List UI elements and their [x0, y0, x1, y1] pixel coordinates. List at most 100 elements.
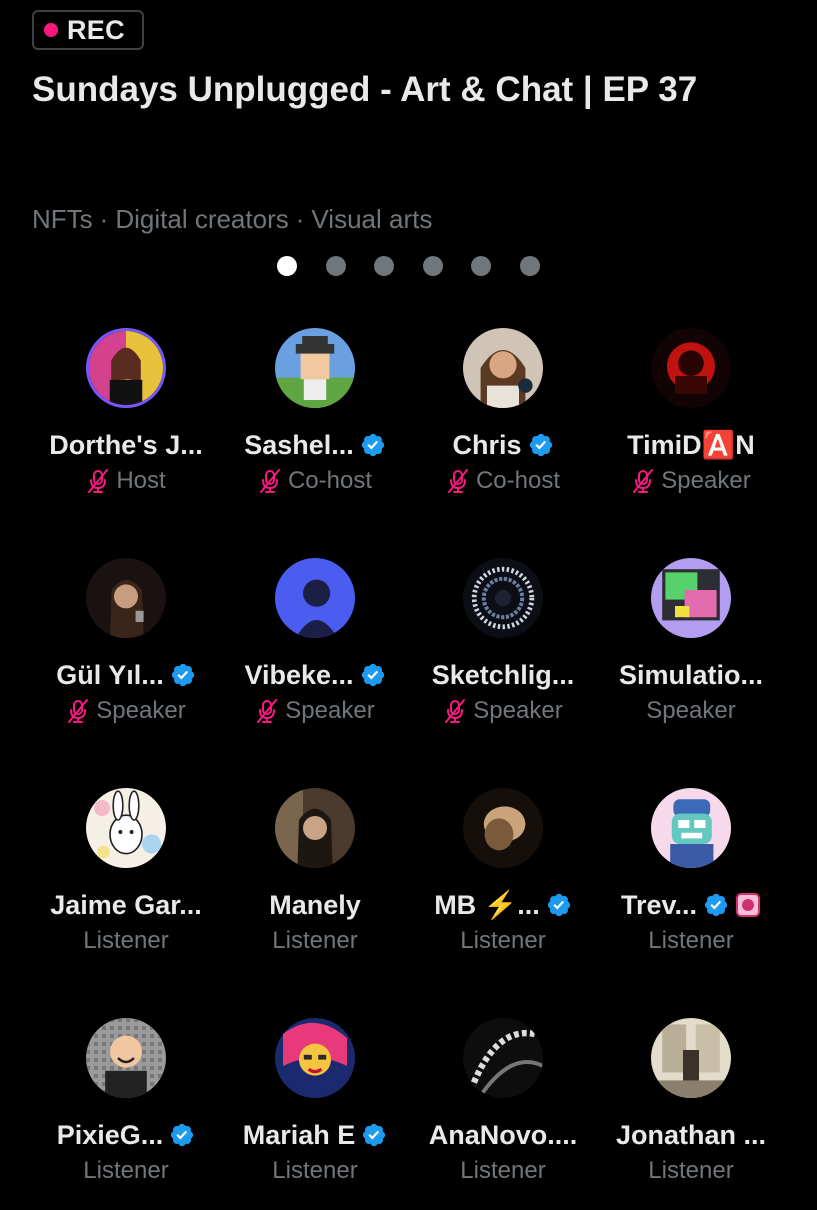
- participant-role: Listener: [460, 1157, 546, 1184]
- avatar[interactable]: [86, 1018, 166, 1098]
- participant-card[interactable]: MB ⚡️... Listener: [409, 780, 597, 980]
- page-dot[interactable]: [471, 256, 491, 276]
- participant-card[interactable]: Chris Co-host: [409, 320, 597, 520]
- participant-role: Listener: [460, 927, 546, 954]
- avatar[interactable]: [651, 1018, 731, 1098]
- participant-name-row: Sketchlig...: [432, 658, 575, 692]
- participant-name-row: Vibeke...: [244, 658, 385, 692]
- space-title: Sundays Unplugged - Art & Chat | EP 37: [32, 70, 698, 109]
- participant-role: Speaker: [661, 467, 751, 494]
- participant-name-row: Gül Yıl...: [56, 658, 196, 692]
- page-indicator: [0, 256, 817, 276]
- participant-role-row: Listener: [83, 926, 168, 956]
- participant-card[interactable]: Sketchlig... Speaker: [409, 550, 597, 750]
- avatar[interactable]: [86, 788, 166, 868]
- mic-muted-icon: [66, 698, 90, 724]
- participant-name-row: Chris: [452, 428, 553, 462]
- page-dot[interactable]: [423, 256, 443, 276]
- avatar[interactable]: [275, 558, 355, 638]
- participant-name-row: Manely: [269, 888, 361, 922]
- avatar[interactable]: [275, 1018, 355, 1098]
- participant-role-row: Speaker: [443, 696, 563, 726]
- participant-card[interactable]: Dorthe's J... Host: [32, 320, 220, 520]
- participant-role-row: Speaker: [255, 696, 375, 726]
- participant-role: Speaker: [473, 697, 563, 724]
- participant-name-row: MB ⚡️...: [434, 888, 572, 922]
- participant-role-row: Speaker: [646, 696, 735, 726]
- emoji-sticker-icon: [735, 892, 761, 918]
- topic-list: NFTs · Digital creators · Visual arts: [32, 204, 432, 235]
- participant-role: Co-host: [287, 467, 373, 494]
- participant-role: Co-host: [475, 467, 561, 494]
- verified-badge-icon: [528, 432, 554, 458]
- participant-name: Sketchlig...: [431, 659, 575, 690]
- avatar[interactable]: [86, 328, 166, 408]
- participant-role: Listener: [83, 1157, 169, 1184]
- avatar[interactable]: [275, 788, 355, 868]
- rec-dot-icon: [44, 23, 58, 37]
- participant-name: Jonathan ...: [615, 1119, 767, 1150]
- participant-card[interactable]: TimiD🅰️N Speaker: [597, 320, 785, 520]
- participant-role-row: Co-host: [446, 466, 560, 496]
- page-dot-active[interactable]: [277, 256, 297, 276]
- participant-name: Mariah E: [242, 1119, 356, 1150]
- participant-card[interactable]: PixieG... Listener: [32, 1010, 220, 1210]
- participant-card[interactable]: Trev... Listener: [597, 780, 785, 980]
- participant-name: Simulatio...: [618, 659, 764, 690]
- topic[interactable]: Digital creators: [115, 204, 288, 235]
- participant-card[interactable]: Mariah E Listener: [221, 1010, 409, 1210]
- avatar[interactable]: [651, 788, 731, 868]
- participant-card[interactable]: Jaime Gar... Listener: [32, 780, 220, 980]
- page-dot[interactable]: [326, 256, 346, 276]
- participant-role: Speaker: [285, 697, 375, 724]
- participant-name: Chris: [452, 429, 522, 460]
- participant-card[interactable]: Sashel... Co-host: [221, 320, 409, 520]
- participant-name: Vibeke...: [244, 659, 354, 690]
- avatar[interactable]: [463, 1018, 543, 1098]
- participant-role-row: Co-host: [258, 466, 372, 496]
- participant-role: Listener: [272, 1157, 358, 1184]
- participant-name: Trev...: [620, 889, 698, 920]
- participant-role: Listener: [83, 927, 169, 954]
- participant-name: Dorthe's J...: [49, 429, 203, 460]
- participant-name-row: Simulatio...: [619, 658, 763, 692]
- participant-role-row: Speaker: [66, 696, 186, 726]
- participant-card[interactable]: Jonathan ... Listener: [597, 1010, 785, 1210]
- participant-role: Listener: [648, 1157, 734, 1184]
- participant-role-row: Listener: [648, 926, 733, 956]
- participant-card[interactable]: AnaNovo.... Listener: [409, 1010, 597, 1210]
- rec-indicator: REC: [32, 10, 144, 50]
- mic-muted-icon: [255, 698, 279, 724]
- avatar[interactable]: [275, 328, 355, 408]
- participant-card[interactable]: Gül Yıl... Speaker: [32, 550, 220, 750]
- participant-name: TimiD🅰️N: [627, 430, 755, 460]
- avatar[interactable]: [651, 558, 731, 638]
- participant-name-row: AnaNovo....: [429, 1118, 578, 1152]
- participant-card[interactable]: Manely Listener: [221, 780, 409, 980]
- avatar[interactable]: [463, 788, 543, 868]
- page-dot[interactable]: [374, 256, 394, 276]
- topic[interactable]: NFTs: [32, 204, 93, 235]
- avatar[interactable]: [463, 558, 543, 638]
- participant-name: Gül Yıl...: [56, 659, 164, 690]
- participant-role: Speaker: [646, 697, 736, 724]
- avatar[interactable]: [86, 558, 166, 638]
- participant-name-row: Jonathan ...: [616, 1118, 766, 1152]
- participant-role: Listener: [648, 927, 734, 954]
- participant-card[interactable]: Simulatio... Speaker: [597, 550, 785, 750]
- participant-name-row: Dorthe's J...: [49, 428, 202, 462]
- participant-name: Jaime Gar...: [50, 889, 202, 920]
- verified-badge-icon: [361, 1122, 387, 1148]
- participant-role-row: Listener: [272, 926, 357, 956]
- topic-separator: ·: [295, 204, 305, 234]
- avatar[interactable]: [463, 328, 543, 408]
- avatar[interactable]: [651, 328, 731, 408]
- participant-role-row: Host: [86, 466, 166, 496]
- participant-role: Listener: [272, 927, 358, 954]
- participant-card[interactable]: Vibeke... Speaker: [221, 550, 409, 750]
- participant-name: Sashel...: [244, 429, 354, 460]
- mic-muted-icon: [86, 468, 110, 494]
- page-dot[interactable]: [520, 256, 540, 276]
- participant-name-row: Jaime Gar...: [50, 888, 202, 922]
- topic[interactable]: Visual arts: [311, 204, 432, 235]
